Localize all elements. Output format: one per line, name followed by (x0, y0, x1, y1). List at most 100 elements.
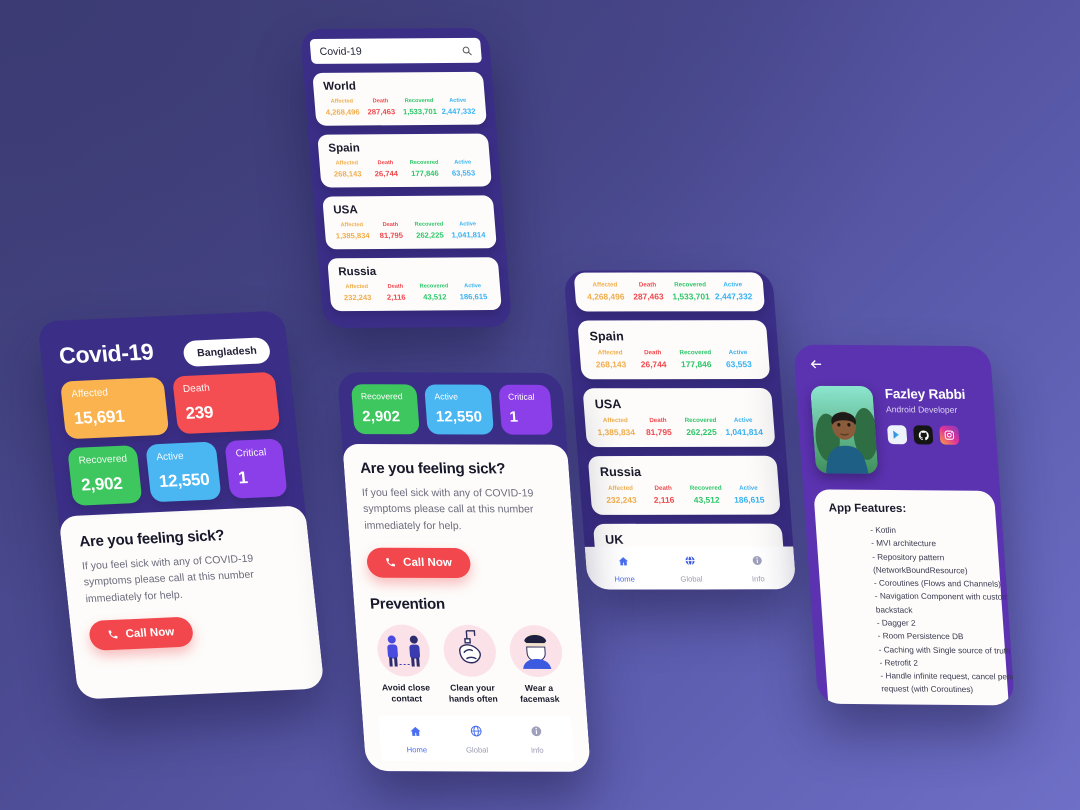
stats-row-top: Affected 15,691 Death 239 (59, 371, 281, 440)
stat-recovered: Recovered 177,846 (409, 159, 440, 178)
stat-affected: Affected 232,243 (343, 283, 372, 303)
sick-heading: Are you feeling sick? (78, 527, 226, 551)
washing-hands-icon (441, 624, 498, 677)
stat-affected: Affected 268,143 (595, 349, 627, 370)
prevention-title: Prevention (369, 595, 446, 613)
search-icon[interactable] (462, 45, 473, 55)
country-card-usa[interactable]: USA Affected 1,385,834 Death 81,795 Reco… (322, 195, 497, 250)
stat-recovered: Recovered 262,225 (684, 416, 718, 437)
dashboard-header: Bangladesh Covid-19 (37, 311, 289, 371)
profile-meta: Fazley Rabbi Android Developer (884, 386, 968, 445)
stat-affected: Affected 232,243 (605, 484, 638, 505)
phone-profile: Fazley Rabbi Android Developer App Featu… (793, 344, 1015, 706)
country-card-usa[interactable]: USA Affected 1,385,834 Death 81,795 Reco… (582, 387, 776, 448)
stat-affected: Affected 4,268,496 (586, 281, 625, 302)
country-stats: Affected 232,243 Death 2,116 Recovered 4… (339, 283, 491, 302)
play-store-icon[interactable] (886, 425, 908, 445)
list-item: - Kotlin (869, 525, 897, 535)
country-stats: Affected 1,385,834 Death 81,795 Recovere… (596, 417, 764, 437)
globe-icon[interactable] (469, 725, 483, 738)
search-value: Covid-19 (319, 45, 363, 58)
country-stats: Affected 232,243 Death 2,116 Recovered 4… (601, 485, 769, 505)
nav-item-home[interactable]: Home (385, 724, 447, 754)
stat-card-active[interactable]: Active 12,550 (424, 384, 494, 435)
call-now-button[interactable]: Call Now (87, 616, 194, 651)
home-icon[interactable] (409, 725, 422, 737)
search-input[interactable]: Covid-19 (309, 37, 483, 64)
prevention-row: Avoid close contact Clean your hands oft… (372, 624, 571, 706)
github-icon[interactable] (913, 425, 934, 445)
country-selector-pill[interactable]: Bangladesh (182, 337, 272, 367)
sick-body: If you feel sick with any of COVID-19 sy… (361, 486, 534, 532)
stat-death: Death 287,463 (367, 98, 396, 117)
prevention-item-clean-hands[interactable]: Clean your hands often (438, 624, 503, 706)
stat-death: Death 26,744 (640, 349, 667, 370)
bottom-navbar: Home Global Info (378, 715, 575, 762)
stat-card-critical[interactable]: Critical 1 (224, 438, 288, 499)
stat-affected: Affected 4,268,496 (325, 98, 361, 117)
stat-recovered: Recovered 1,533,701 (671, 281, 711, 302)
stat-active: Active 2,447,332 (441, 97, 476, 116)
stat-card-active[interactable]: Active 12,550 (144, 441, 222, 503)
list-item: request (with Coroutines) (881, 684, 974, 695)
stats-row-bottom: Recovered 2,902 Active 12,550 Critical 1 (67, 438, 288, 506)
call-now-button[interactable]: Call Now (365, 547, 472, 578)
stat-card-recovered[interactable]: Recovered 2,902 (67, 445, 143, 506)
person-facemask-icon (508, 624, 565, 677)
stat-death: Death 81,795 (645, 417, 673, 438)
country-card-russia[interactable]: Russia Affected 232,243 Death 2,116 Reco… (327, 257, 502, 312)
back-arrow-icon[interactable] (793, 345, 992, 378)
stat-death: Death 81,795 (379, 221, 404, 241)
list-item: - Dagger 2 (876, 618, 916, 628)
two-people-distance-icon (375, 624, 432, 677)
stats-grid: Affected 15,691 Death 239 Recovered 2,90… (43, 359, 304, 506)
list-item: - Navigation Component with custom (874, 591, 1010, 603)
country-card-world[interactable]: Affected 4,268,496 Death 287,463 Recover… (573, 272, 766, 312)
prevention-item-facemask[interactable]: Wear a facemask (505, 624, 570, 706)
stat-card-death[interactable]: Death 239 (171, 371, 281, 435)
country-card-world[interactable]: World Affected 4,268,496 Death 287,463 R… (312, 71, 487, 126)
stat-active: Active 186,615 (459, 283, 488, 302)
stat-active: Active 1,041,814 (451, 221, 486, 240)
mockup-stage: Covid-19 World Affected 4,268,496 Death … (0, 0, 1080, 810)
phone-dashboard: Bangladesh Covid-19 Affected 15,691 Deat… (37, 310, 325, 700)
country-stats: Affected 268,143 Death 26,744 Recovered … (329, 160, 481, 179)
list-item: - Retrofit 2 (879, 658, 919, 668)
country-name: USA (594, 397, 622, 412)
nav-item-info[interactable]: Info (505, 725, 567, 755)
avatar (810, 385, 879, 474)
prevention-item-avoid-contact[interactable]: Avoid close contact (372, 624, 437, 705)
stat-card-recovered[interactable]: Recovered 2,902 (350, 384, 421, 435)
country-card-spain[interactable]: Spain Affected 268,143 Death 26,744 Reco… (317, 133, 492, 188)
country-name: Russia (599, 464, 642, 480)
country-stats: Affected 4,268,496 Death 287,463 Recover… (324, 98, 476, 117)
nav-item-home[interactable]: Home (589, 554, 658, 584)
country-card-russia[interactable]: Russia Affected 232,243 Death 2,116 Reco… (587, 455, 781, 515)
stat-card-affected[interactable]: Affected 15,691 (59, 376, 169, 440)
phone-global-list: Affected 4,268,496 Death 287,463 Recover… (563, 270, 797, 590)
stat-active: Active 63,553 (451, 159, 476, 178)
list-item: - MVI architecture (870, 538, 937, 549)
profile-role: Android Developer (885, 404, 958, 415)
stat-active: Active 2,447,332 (714, 281, 753, 302)
list-item: - Coroutines (Flows and Channels) (873, 578, 1002, 589)
stat-recovered: Recovered 43,512 (419, 283, 449, 302)
country-name: World (322, 80, 357, 93)
stat-affected: Affected 268,143 (333, 160, 362, 179)
country-name: Spain (327, 142, 361, 155)
info-icon[interactable] (529, 725, 543, 738)
home-icon[interactable] (617, 556, 629, 567)
stat-recovered: Recovered 1,533,701 (402, 98, 438, 117)
nav-item-info[interactable]: Info (723, 553, 792, 583)
stat-affected: Affected 1,385,834 (335, 222, 371, 241)
nav-item-global[interactable]: Global (656, 554, 725, 584)
features-list: - Kotlin - MVI architecture - Repository… (830, 523, 1015, 697)
list-item: - Handle infinite request, cancel pendin… (880, 671, 1015, 682)
nav-item-global[interactable]: Global (445, 724, 507, 755)
country-card-spain[interactable]: Spain Affected 268,143 Death 26,744 Reco… (577, 320, 771, 380)
globe-icon[interactable] (684, 555, 697, 567)
stat-card-critical[interactable]: Critical 1 (498, 384, 554, 435)
info-icon[interactable] (750, 555, 763, 567)
instagram-icon[interactable] (939, 425, 960, 445)
country-stats: Affected 4,268,496 Death 287,463 Recover… (585, 281, 753, 301)
